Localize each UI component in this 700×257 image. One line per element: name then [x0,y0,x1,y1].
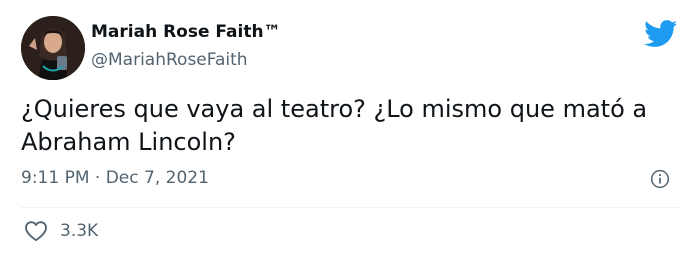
tweet-text: ¿Quieres que vaya al teatro? ¿Lo mismo q… [21,95,648,156]
heart-icon [25,221,47,242]
twitter-bird-icon[interactable] [644,20,678,48]
like-count: 3.3K [60,221,99,241]
info-icon[interactable] [650,169,670,189]
author-display-name[interactable]: Mariah Rose Faith™ [91,22,281,42]
author-handle[interactable]: @MariahRoseFaith [91,50,248,70]
avatar-image [21,16,85,80]
tweet-timestamp[interactable]: 9:11 PM · Dec 7, 2021 [21,168,209,188]
avatar[interactable] [21,16,85,80]
divider [21,207,679,208]
like-button[interactable]: 3.3K [24,220,98,242]
